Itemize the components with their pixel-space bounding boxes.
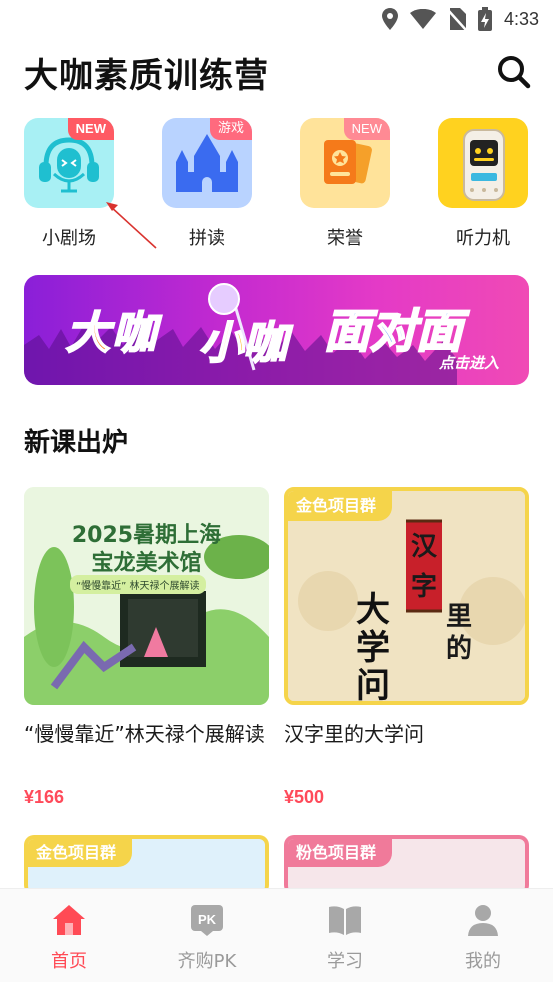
- quick-entry-honor[interactable]: NEW 荣誉: [299, 118, 391, 250]
- quick-entry-row: NEW 小剧场 游戏 拼读 NEW 荣誉 听力机: [0, 118, 553, 253]
- course-card[interactable]: 2025暑期上海 宝龙美术馆 “慢慢靠近” 林天禄个展解读 “慢慢靠近”林天禄个…: [24, 487, 269, 808]
- status-icons: 4:33: [381, 7, 539, 31]
- listening-device-icon: [463, 129, 505, 201]
- no-sim-icon: [447, 8, 466, 30]
- annotation-arrow: [106, 202, 157, 249]
- search-icon: [498, 56, 531, 89]
- cover-big-text: 大学问: [356, 590, 390, 705]
- honor-tile: NEW: [300, 118, 390, 208]
- course-title: 汉字里的大学问: [284, 722, 424, 746]
- course-card[interactable]: 金色项目群 汉字 里的 大学问 汉字里的大学问 ¥500: [284, 487, 529, 808]
- course-card[interactable]: 金色项目群: [24, 835, 269, 895]
- quick-entry-label: 荣誉: [327, 228, 363, 249]
- cover-side-text: 里的: [446, 602, 473, 664]
- nav-item-home[interactable]: 首页: [24, 903, 114, 973]
- cover-sub: “慢慢靠近” 林天禄个展解读: [70, 575, 206, 594]
- pk-icon: PK: [191, 905, 223, 936]
- course-cover: 粉色项目群: [284, 835, 529, 895]
- banner-text-1: 大咖: [65, 307, 158, 360]
- search-button[interactable]: [497, 55, 531, 89]
- cover-line-2: 宝龙美术馆: [91, 551, 202, 576]
- theater-tile: NEW: [24, 118, 114, 208]
- nav-label: 齐购PK: [177, 951, 237, 972]
- course-cover: 金色项目群: [24, 835, 269, 895]
- nav-label: 我的: [465, 951, 501, 972]
- course-cover: 2025暑期上海 宝龙美术馆 “慢慢靠近” 林天禄个展解读: [24, 487, 269, 705]
- bottom-nav: 首页 PK 齐购PK 学习 我的: [0, 888, 553, 982]
- quick-entry-label: 拼读: [189, 228, 225, 249]
- promo-banner[interactable]: 大咖 小咖 面对面 点击进入: [24, 275, 529, 385]
- nav-label: 学习: [327, 951, 363, 972]
- cover-tag: 金色项目群: [28, 839, 133, 867]
- course-cover: 金色项目群 汉字 里的 大学问: [284, 487, 529, 705]
- banner-cta: 点击进入: [438, 354, 499, 372]
- nav-item-profile[interactable]: 我的: [438, 903, 528, 973]
- nav-item-study[interactable]: 学习: [300, 903, 390, 973]
- course-price: ¥500: [284, 787, 325, 807]
- page-title: 大咖素质训练营: [24, 56, 269, 96]
- location-icon: [381, 8, 398, 30]
- cover-tag: 金色项目群: [288, 491, 393, 521]
- user-icon: [468, 905, 498, 936]
- phonics-tile: 游戏: [162, 118, 252, 208]
- home-icon: [53, 905, 85, 935]
- banner-text-2: 小咖: [198, 317, 288, 370]
- cover-red-text: 汉字: [410, 532, 437, 602]
- status-time: 4:33: [503, 8, 539, 29]
- battery-charging-icon: [477, 7, 492, 31]
- book-icon: [329, 906, 361, 935]
- listening-tile: [438, 118, 528, 208]
- cover-tag: 粉色项目群: [288, 839, 393, 867]
- status-bar: 4:33: [0, 0, 553, 38]
- quick-entry-label: 听力机: [456, 228, 510, 249]
- quick-entry-phonics[interactable]: 游戏 拼读: [161, 118, 253, 250]
- wifi-icon: [409, 9, 436, 29]
- nav-item-group-buy[interactable]: PK 齐购PK: [162, 903, 252, 973]
- new-badge: NEW: [343, 118, 390, 140]
- game-badge: 游戏: [209, 118, 252, 140]
- course-title: “慢慢靠近”林天禄个展解读: [24, 722, 265, 746]
- nav-label: 首页: [51, 951, 87, 972]
- course-price: ¥166: [24, 787, 65, 807]
- course-card[interactable]: 粉色项目群: [284, 835, 529, 895]
- quick-entry-listening[interactable]: 听力机: [437, 118, 529, 250]
- new-badge: NEW: [67, 118, 114, 140]
- svg-text:PK: PK: [198, 912, 217, 927]
- section-title: 新课出炉: [24, 428, 129, 458]
